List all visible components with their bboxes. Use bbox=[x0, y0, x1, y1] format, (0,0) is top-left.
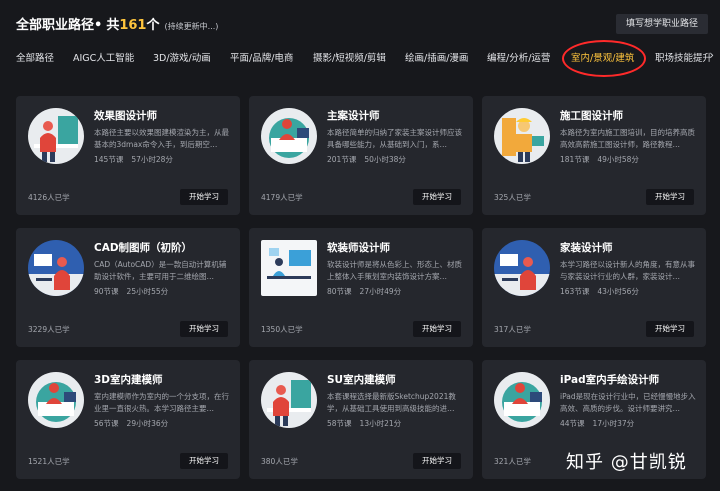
duration: 57小时28分 bbox=[131, 155, 173, 164]
card-title: 施工图设计师 bbox=[560, 110, 623, 122]
path-card[interactable]: 施工图设计师 本路径为室内施工图培训，目的培养高质高效高薪施工图设计师，路径教程… bbox=[482, 96, 706, 215]
lesson-count: 201节课 bbox=[327, 155, 357, 164]
card-stats: 56节课 29小时36分 bbox=[94, 418, 168, 429]
path-card[interactable]: 效果图设计师 本路径主要以效果图建模渲染为主，从最基本的3dmax命令入手，到后… bbox=[16, 96, 240, 215]
path-card[interactable]: 家装设计师 本学习路径以设计新人的角度，有意从事与家装设计行业的人群，家装设计…… bbox=[482, 228, 706, 347]
learner-count: 1350人已学 bbox=[261, 325, 303, 334]
lesson-count: 145节课 bbox=[94, 155, 124, 164]
card-description: CAD（AutoCAD）是一款自动计算机辅助设计软件，主要可用于二维绘图… bbox=[94, 260, 227, 281]
duration: 43小时56分 bbox=[597, 287, 639, 296]
duration: 50小时38分 bbox=[364, 155, 406, 164]
card-description: 本路径主要以效果图建模渲染为主，从最基本的3dmax命令入手，到后期空… bbox=[94, 128, 229, 149]
path-card[interactable]: 主案设计师 本路径简单的归纳了家装主案设计师应该具备哪些能力，从基础到入门，系…… bbox=[249, 96, 473, 215]
start-learning-button[interactable]: 开始学习 bbox=[180, 321, 228, 337]
card-illustration bbox=[494, 372, 550, 428]
path-card[interactable]: 软装师设计师 软装设计师是将从色彩上、形态上、材质上整体入手策划室内装饰设计方案… bbox=[249, 228, 473, 347]
path-card[interactable]: 3D室内建模师 室内建模师作为室内的一个分支项，在行业里一直很火热。本学习路径主… bbox=[16, 360, 240, 479]
lesson-count: 80节课 bbox=[327, 287, 352, 296]
tab-3d-game[interactable]: 3D/游戏/动画 bbox=[153, 50, 211, 64]
card-title: SU室内建模师 bbox=[327, 374, 396, 386]
card-description: 本路径为室内施工图培训，目的培养高质高效高薪施工图设计师，路径教程… bbox=[560, 128, 695, 149]
lesson-count: 56节课 bbox=[94, 419, 119, 428]
learner-count: 3229人已学 bbox=[28, 325, 70, 334]
page-title: 全部职业路径• bbox=[16, 18, 103, 33]
card-title: 软装师设计师 bbox=[327, 242, 390, 254]
page-header: 全部职业路径• 共 161 个 (持续更新中...) bbox=[16, 14, 218, 34]
start-learning-button[interactable]: 开始学习 bbox=[180, 453, 228, 469]
tab-workplace[interactable]: 职场技能提升 bbox=[655, 50, 712, 64]
highlight-circle bbox=[562, 40, 646, 77]
tab-drawing[interactable]: 绘画/插画/漫画 bbox=[405, 50, 468, 64]
path-count: 161 bbox=[119, 18, 147, 33]
start-learning-button[interactable]: 开始学习 bbox=[413, 453, 461, 469]
lesson-count: 181节课 bbox=[560, 155, 590, 164]
learner-count: 1521人已学 bbox=[28, 457, 70, 466]
tab-graphic[interactable]: 平面/品牌/电商 bbox=[230, 50, 293, 64]
card-stats: 90节课 25小时55分 bbox=[94, 286, 168, 297]
start-learning-button[interactable]: 开始学习 bbox=[413, 189, 461, 205]
card-stats: 44节课 17小时37分 bbox=[560, 418, 634, 429]
tab-all[interactable]: 全部路径 bbox=[16, 50, 54, 64]
learner-count: 4179人已学 bbox=[261, 193, 303, 202]
duration: 27小时49分 bbox=[359, 287, 402, 296]
learner-count: 321人已学 bbox=[494, 457, 531, 466]
start-learning-button[interactable]: 开始学习 bbox=[180, 189, 228, 205]
start-learning-button[interactable]: 开始学习 bbox=[413, 321, 461, 337]
lesson-count: 163节课 bbox=[560, 287, 590, 296]
card-stats: 58节课 13小时21分 bbox=[327, 418, 401, 429]
tab-photo[interactable]: 摄影/短视频/剪辑 bbox=[313, 50, 386, 64]
card-title: iPad室内手绘设计师 bbox=[560, 374, 660, 386]
card-title: 效果图设计师 bbox=[94, 110, 157, 122]
card-description: 本路径简单的归纳了家装主案设计师应该具备哪些能力，从基础到入门，系… bbox=[327, 128, 462, 149]
duration: 49小时58分 bbox=[597, 155, 639, 164]
lesson-count: 90节课 bbox=[94, 287, 119, 296]
tab-programming[interactable]: 编程/分析/运营 bbox=[487, 50, 550, 64]
card-illustration bbox=[28, 108, 84, 164]
chevron-right-icon[interactable]: › bbox=[709, 48, 714, 62]
zhihu-watermark: 知乎 @甘凯锐 bbox=[566, 452, 687, 473]
card-illustration bbox=[494, 108, 550, 164]
learner-count: 317人已学 bbox=[494, 325, 531, 334]
learner-count: 380人已学 bbox=[261, 457, 298, 466]
card-title: 主案设计师 bbox=[327, 110, 380, 122]
update-note: (持续更新中...) bbox=[164, 22, 219, 31]
card-description: 本套课程选择最新版Sketchup2021教学，从基础工具使用到高级技能的进… bbox=[327, 392, 456, 413]
card-title: CAD制图师（初阶） bbox=[94, 242, 193, 254]
lesson-count: 44节课 bbox=[560, 419, 585, 428]
card-description: 本学习路径以设计新人的角度，有意从事与家装设计行业的人群，家装设计… bbox=[560, 260, 695, 281]
path-card[interactable]: CAD制图师（初阶） CAD（AutoCAD）是一款自动计算机辅助设计软件，主要… bbox=[16, 228, 240, 347]
start-learning-button[interactable]: 开始学习 bbox=[646, 189, 694, 205]
path-card[interactable]: SU室内建模师 本套课程选择最新版Sketchup2021教学，从基础工具使用到… bbox=[249, 360, 473, 479]
card-illustration bbox=[28, 372, 84, 428]
suggest-path-button[interactable]: 填写想学职业路径 bbox=[615, 14, 708, 34]
card-illustration bbox=[261, 108, 317, 164]
learner-count: 325人已学 bbox=[494, 193, 531, 202]
duration: 13小时21分 bbox=[359, 419, 402, 428]
card-illustration bbox=[261, 372, 317, 428]
count-unit: 个 bbox=[146, 18, 160, 33]
duration: 25小时55分 bbox=[126, 287, 169, 296]
card-illustration bbox=[261, 240, 317, 296]
card-description: 软装设计师是将从色彩上、形态上、材质上整体入手策划室内装饰设计方案… bbox=[327, 260, 462, 281]
card-stats: 80节课 27小时49分 bbox=[327, 286, 401, 297]
start-learning-button[interactable]: 开始学习 bbox=[646, 321, 694, 337]
count-prefix: 共 bbox=[106, 18, 120, 33]
card-title: 3D室内建模师 bbox=[94, 374, 163, 386]
card-stats: 163节课 43小时56分 bbox=[560, 286, 639, 297]
card-description: 室内建模师作为室内的一个分支项，在行业里一直很火热。本学习路径主要… bbox=[94, 392, 229, 413]
card-description: iPad是现在设计行业中，已经慢慢地步入高效、高质的步伐。设计师要讲究… bbox=[560, 392, 696, 413]
duration: 29小时36分 bbox=[126, 419, 169, 428]
card-title: 家装设计师 bbox=[560, 242, 613, 254]
card-stats: 145节课 57小时28分 bbox=[94, 154, 173, 165]
tab-aigc[interactable]: AIGC人工智能 bbox=[73, 50, 134, 64]
card-stats: 201节课 50小时38分 bbox=[327, 154, 406, 165]
card-illustration bbox=[494, 240, 550, 296]
card-stats: 181节课 49小时58分 bbox=[560, 154, 639, 165]
learner-count: 4126人已学 bbox=[28, 193, 70, 202]
duration: 17小时37分 bbox=[592, 419, 635, 428]
card-illustration bbox=[28, 240, 84, 296]
lesson-count: 58节课 bbox=[327, 419, 352, 428]
